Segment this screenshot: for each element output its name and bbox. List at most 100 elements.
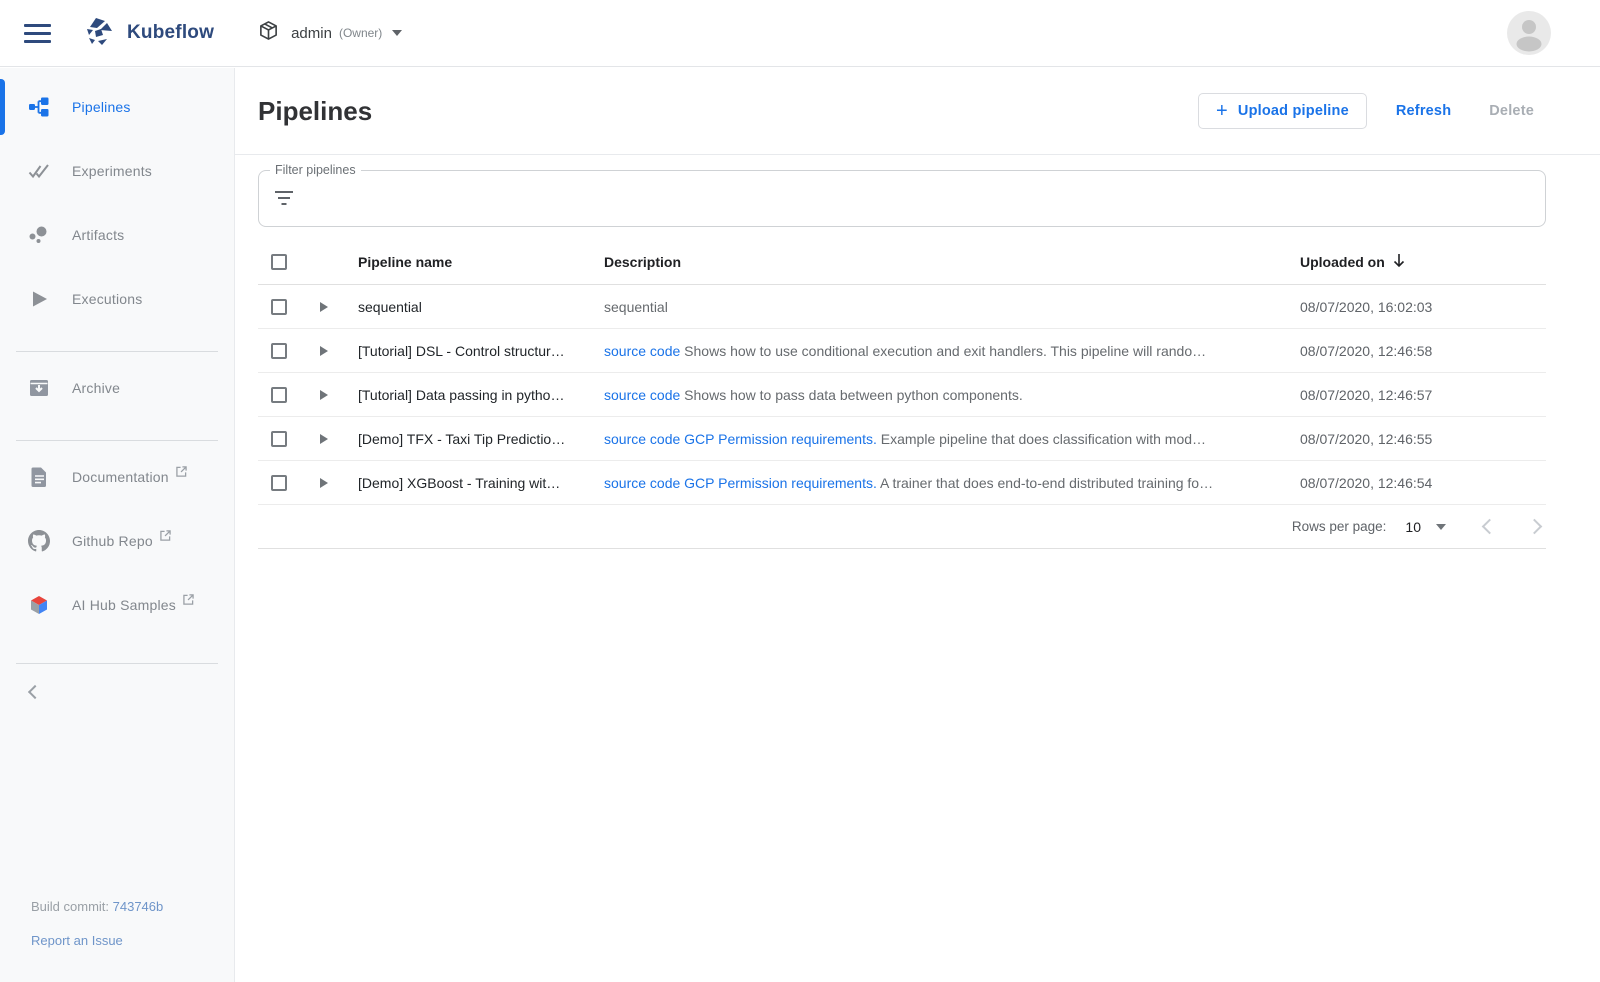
filter-input[interactable] — [259, 171, 1545, 226]
pipeline-name[interactable]: [Demo] XGBoost - Training wit… — [346, 475, 604, 491]
description-link[interactable]: source code — [604, 475, 680, 491]
uploaded-on-value: 08/07/2020, 12:46:57 — [1300, 387, 1546, 403]
experiments-icon — [28, 160, 50, 182]
divider — [16, 663, 218, 664]
sidebar-item-label: Experiments — [72, 163, 152, 179]
namespace-name: admin — [291, 25, 332, 42]
table-row[interactable]: sequentialsequential08/07/2020, 16:02:03 — [258, 285, 1546, 329]
expand-row-icon[interactable] — [320, 302, 328, 312]
page-title: Pipelines — [258, 96, 1198, 127]
description-link[interactable]: GCP Permission requirements. — [684, 431, 877, 447]
pipeline-name[interactable]: [Tutorial] Data passing in pytho… — [346, 387, 604, 403]
uploaded-on-value: 08/07/2020, 12:46:55 — [1300, 431, 1546, 447]
expand-cell — [302, 434, 346, 444]
sidebar-item-label: Github Repo — [72, 533, 153, 549]
sidebar-item-documentation[interactable]: Documentation — [0, 445, 234, 509]
delete-button[interactable]: Delete — [1489, 103, 1534, 119]
column-header-description[interactable]: Description — [604, 254, 1300, 270]
report-issue-link[interactable]: Report an Issue — [31, 933, 123, 948]
description-link[interactable]: source code — [604, 343, 680, 359]
description-link[interactable]: source code — [604, 431, 680, 447]
ai-hub-icon — [28, 594, 50, 616]
chevron-down-icon — [392, 30, 402, 36]
expand-row-icon[interactable] — [320, 478, 328, 488]
column-header-uploaded-on[interactable]: Uploaded on — [1300, 253, 1406, 271]
sidebar-item-ai-hub-samples[interactable]: AI Hub Samples — [0, 573, 234, 637]
sort-desc-arrow-icon — [1392, 253, 1406, 271]
table-row[interactable]: [Tutorial] Data passing in pytho…source … — [258, 373, 1546, 417]
refresh-button[interactable]: Refresh — [1396, 103, 1451, 119]
table-row[interactable]: [Demo] XGBoost - Training wit…source cod… — [258, 461, 1546, 505]
expand-row-icon[interactable] — [320, 390, 328, 400]
filter-pipelines-field[interactable]: Filter pipelines — [258, 170, 1546, 227]
description-text: sequential — [604, 299, 668, 315]
sidebar-item-archive[interactable]: Archive — [0, 356, 234, 420]
sidebar-item-label: AI Hub Samples — [72, 597, 176, 613]
sidebar-item-executions[interactable]: Executions — [0, 267, 234, 331]
checkbox-cell — [258, 475, 302, 491]
document-icon — [28, 466, 50, 488]
brand-title: Kubeflow — [127, 22, 214, 44]
pagination-bar: Rows per page: 10 — [258, 505, 1546, 549]
row-checkbox[interactable] — [271, 343, 287, 359]
main-content: Pipelines + Upload pipeline Refresh Dele… — [235, 68, 1600, 982]
description-link[interactable]: source code — [604, 387, 680, 403]
sidebar-item-pipelines[interactable]: Pipelines — [0, 75, 234, 139]
checkbox-cell — [258, 387, 302, 403]
sidebar: Pipelines Experiments Artifacts — [0, 68, 235, 982]
description-text: Example pipeline that does classificatio… — [877, 431, 1206, 447]
expand-row-icon[interactable] — [320, 346, 328, 356]
next-page-button[interactable] — [1527, 519, 1543, 535]
namespace-role: (Owner) — [339, 26, 382, 40]
build-commit: Build commit: 743746b — [31, 899, 163, 914]
sidebar-item-artifacts[interactable]: Artifacts — [0, 203, 234, 267]
checkbox-cell — [258, 299, 302, 315]
toolbar: Pipelines + Upload pipeline Refresh Dele… — [235, 68, 1600, 155]
chevron-left-icon — [28, 685, 42, 699]
column-header-pipeline-name[interactable]: Pipeline name — [346, 254, 604, 270]
pipeline-description: source code GCP Permission requirements.… — [604, 475, 1300, 491]
expand-row-icon[interactable] — [320, 434, 328, 444]
rows-per-page-value[interactable]: 10 — [1405, 519, 1421, 535]
namespace-selector[interactable]: admin (Owner) — [258, 20, 402, 46]
build-commit-link[interactable]: 743746b — [113, 899, 164, 914]
expand-cell — [302, 478, 346, 488]
sidebar-item-label: Archive — [72, 380, 120, 396]
menu-icon[interactable] — [24, 19, 51, 48]
row-checkbox[interactable] — [271, 299, 287, 315]
kubeflow-brand[interactable]: Kubeflow — [83, 15, 214, 52]
pipeline-description: sequential — [604, 299, 1300, 315]
expand-cell — [302, 302, 346, 312]
previous-page-button[interactable] — [1482, 519, 1498, 535]
pipeline-name[interactable]: [Demo] TFX - Taxi Tip Predictio… — [346, 431, 604, 447]
pipelines-table: Pipeline name Description Uploaded on se… — [258, 240, 1546, 549]
pipeline-name[interactable]: [Tutorial] DSL - Control structur… — [346, 343, 604, 359]
pipeline-name[interactable]: sequential — [346, 299, 604, 315]
description-link[interactable]: GCP Permission requirements. — [684, 475, 877, 491]
external-link-icon — [183, 592, 194, 610]
collapse-sidebar-button[interactable] — [0, 668, 234, 716]
avatar[interactable] — [1507, 11, 1551, 55]
sidebar-item-label: Documentation — [72, 469, 169, 485]
sidebar-item-label: Pipelines — [72, 99, 131, 115]
row-checkbox[interactable] — [271, 431, 287, 447]
pipeline-description: source code GCP Permission requirements.… — [604, 431, 1300, 447]
sidebar-item-github-repo[interactable]: Github Repo — [0, 509, 234, 573]
row-checkbox[interactable] — [271, 475, 287, 491]
checkbox-cell — [258, 431, 302, 447]
artifacts-icon — [28, 224, 50, 246]
divider — [16, 351, 218, 352]
table-header: Pipeline name Description Uploaded on — [258, 240, 1546, 285]
plus-icon: + — [1216, 104, 1228, 118]
checkbox-cell — [258, 343, 302, 359]
row-checkbox[interactable] — [271, 387, 287, 403]
uploaded-on-label: Uploaded on — [1300, 254, 1385, 270]
expand-cell — [302, 346, 346, 356]
select-all-checkbox[interactable] — [271, 254, 287, 270]
sidebar-item-experiments[interactable]: Experiments — [0, 139, 234, 203]
external-link-icon — [176, 464, 187, 482]
table-row[interactable]: [Demo] TFX - Taxi Tip Predictio…source c… — [258, 417, 1546, 461]
table-row[interactable]: [Tutorial] DSL - Control structur…source… — [258, 329, 1546, 373]
upload-pipeline-button[interactable]: + Upload pipeline — [1198, 93, 1367, 129]
rows-per-page-chevron-down-icon[interactable] — [1436, 524, 1446, 530]
